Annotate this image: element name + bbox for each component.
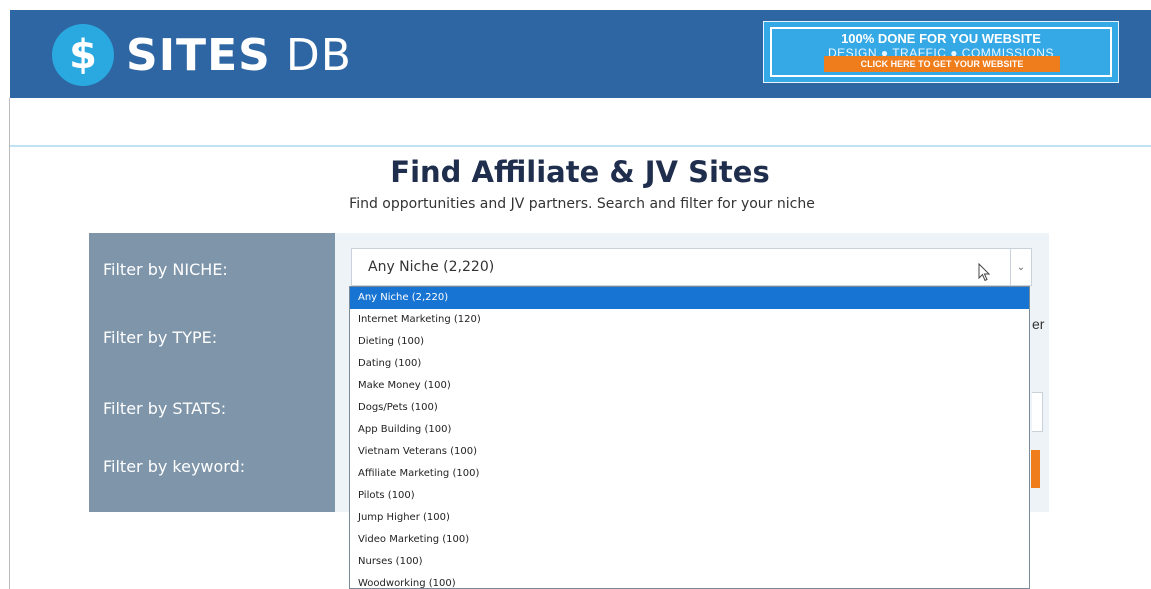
niche-select[interactable]: Any Niche (2,220) ⌄ [351,248,1032,286]
niche-select-value: Any Niche (2,220) [368,259,495,275]
banner-headline: 100% DONE FOR YOU WEBSITE [841,31,1041,46]
page-subtitle: Find opportunities and JV partners. Sear… [349,196,815,212]
niche-option[interactable]: Woodworking (100) [350,573,1029,588]
niche-option[interactable]: Any Niche (2,220) [350,287,1029,309]
logo-name-light: DB [285,30,352,81]
site-logo[interactable]: SITES DB [126,30,352,81]
get-website-button[interactable]: CLICK HERE TO GET YOUR WEBSITE [824,56,1060,72]
niche-option[interactable]: Jump Higher (100) [350,507,1029,529]
niche-option[interactable]: Pilots (100) [350,485,1029,507]
niche-option[interactable]: Vietnam Veterans (100) [350,441,1029,463]
niche-option[interactable]: Internet Marketing (120) [350,309,1029,331]
niche-option[interactable]: Nurses (100) [350,551,1029,573]
niche-dropdown-list[interactable]: Any Niche (2,220) Internet Marketing (12… [349,286,1030,589]
dollar-coin-icon[interactable]: $ [52,24,114,86]
stats-filter-label: Filter by STATS: [103,399,227,418]
niche-option[interactable]: Dating (100) [350,353,1029,375]
niche-option[interactable]: Video Marketing (100) [350,529,1029,551]
site-header: $ SITES DB 100% DONE FOR YOU WEBSITE DES… [10,10,1151,98]
header-divider [10,145,1151,147]
filter-labels-column: Filter by NICHE: Filter by TYPE: Filter … [89,233,335,512]
niche-filter-label: Filter by NICHE: [103,260,228,279]
niche-option[interactable]: Make Money (100) [350,375,1029,397]
type-filter-label: Filter by TYPE: [103,328,218,347]
niche-option[interactable]: Affiliate Marketing (100) [350,463,1029,485]
mouse-cursor-icon [978,263,991,282]
logo-name-bold: SITES [126,30,271,81]
page-title: Find Affiliate & JV Sites [390,155,770,189]
niche-option[interactable]: Dieting (100) [350,331,1029,353]
done-for-you-banner[interactable]: 100% DONE FOR YOU WEBSITE DESIGN ● TRAFF… [763,21,1119,83]
search-button-edge[interactable] [1031,450,1040,488]
stats-select-edge[interactable] [1032,392,1043,432]
chevron-down-icon[interactable]: ⌄ [1010,249,1031,285]
niche-option[interactable]: App Building (100) [350,419,1029,441]
niche-option[interactable]: Dogs/Pets (100) [350,397,1029,419]
keyword-filter-label: Filter by keyword: [103,457,246,476]
type-filter-partial-text: er [1032,316,1045,332]
top-frame [0,0,1151,10]
